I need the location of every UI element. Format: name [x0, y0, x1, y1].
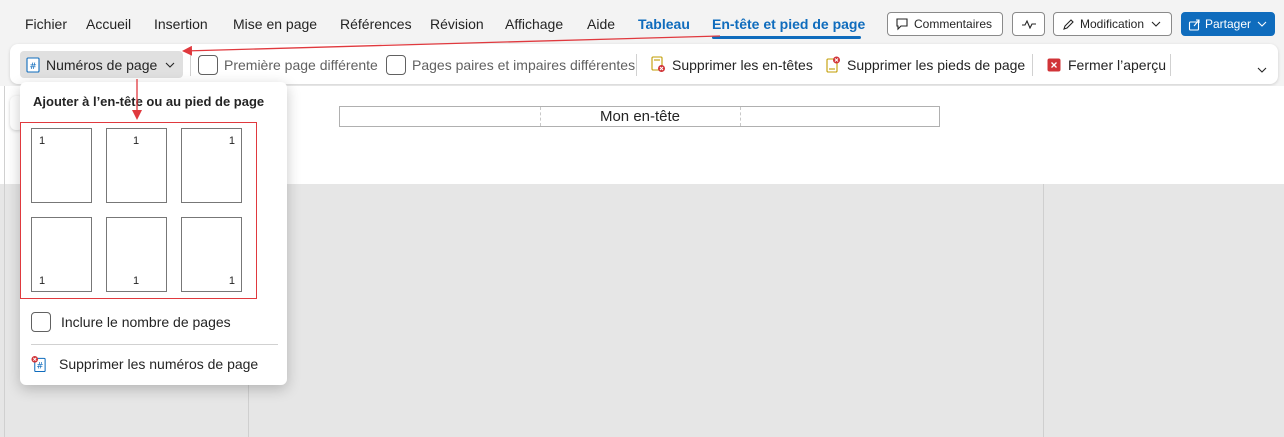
first-page-label: Première page différente [224, 56, 378, 73]
ribbon-separator [1032, 54, 1033, 76]
remove-headers-button[interactable]: Supprimer les en-têtes [650, 51, 813, 78]
close-preview-label: Fermer l’aperçu [1068, 56, 1167, 73]
remove-page-numbers-label: Supprimer les numéros de page [59, 356, 259, 372]
comment-icon [894, 16, 910, 32]
share-label: Partager [1205, 17, 1252, 31]
include-page-count-checkbox[interactable] [31, 312, 51, 332]
tab-fichier[interactable]: Fichier [25, 16, 67, 32]
first-page-checkbox[interactable] [198, 54, 218, 75]
first-page-different-option[interactable]: Première page différente [198, 51, 378, 78]
thumbnail-number: 1 [133, 275, 140, 287]
remove-footer-icon [825, 56, 841, 73]
page-numbers-button[interactable]: # Numéros de page [20, 51, 183, 78]
header-text[interactable]: Mon en-tête [540, 108, 740, 125]
header-cell-divider [740, 107, 741, 126]
position-bottom-left[interactable]: 1 [31, 217, 92, 292]
dropdown-title: Ajouter à l’en-tête ou au pied de page [33, 94, 265, 109]
catch-up-button[interactable] [1012, 12, 1045, 36]
pencil-icon [1060, 16, 1076, 32]
remove-header-icon [650, 56, 666, 73]
pulse-icon [1021, 16, 1037, 32]
include-page-count-label: Inclure le nombre de pages [61, 314, 231, 330]
thumbnail-number: 1 [228, 275, 235, 287]
thumbnail-number: 1 [228, 135, 235, 147]
remove-headers-label: Supprimer les en-têtes [672, 56, 813, 73]
thumbnail-number: 1 [39, 135, 46, 147]
menu-bar: Fichier Accueil Insertion Mise en page R… [0, 0, 1284, 42]
page-numbers-dropdown: Ajouter à l’en-tête ou au pied de page 1… [20, 82, 287, 385]
position-bottom-right[interactable]: 1 [181, 217, 242, 292]
active-tab-indicator [712, 36, 861, 39]
editing-label: Modification [1080, 17, 1145, 31]
chevron-down-icon [1148, 16, 1164, 32]
share-icon [1188, 16, 1201, 32]
tab-references[interactable]: Références [340, 16, 412, 32]
ribbon: # Numéros de page Première page différen… [10, 44, 1278, 84]
share-button[interactable]: Partager [1181, 12, 1275, 36]
comments-label: Commentaires [914, 17, 993, 31]
position-bottom-center[interactable]: 1 [106, 217, 167, 292]
editing-mode-button[interactable]: Modification [1053, 12, 1172, 36]
dropdown-separator [31, 344, 278, 345]
odd-even-different-option[interactable]: Pages paires et impaires différentes [386, 51, 635, 78]
chevron-down-icon [163, 57, 177, 73]
svg-text:#: # [36, 361, 43, 371]
tab-mise-en-page[interactable]: Mise en page [233, 16, 317, 32]
page-number-icon: # [26, 56, 40, 73]
thumbnail-number: 1 [39, 275, 46, 287]
remove-footers-button[interactable]: Supprimer les pieds de page [825, 51, 1025, 78]
thumbnail-number: 1 [133, 135, 140, 147]
include-page-count-option[interactable]: Inclure le nombre de pages [31, 312, 231, 332]
page-numbers-label: Numéros de page [46, 56, 158, 73]
odd-even-label: Pages paires et impaires différentes [412, 56, 636, 73]
tab-tableau[interactable]: Tableau [638, 16, 690, 32]
position-top-center[interactable]: 1 [106, 128, 167, 203]
tab-affichage[interactable]: Affichage [505, 16, 563, 32]
position-top-left[interactable]: 1 [31, 128, 92, 203]
document-border [4, 86, 5, 437]
ribbon-separator [190, 54, 191, 76]
close-preview-button[interactable]: Fermer l’aperçu [1046, 51, 1166, 78]
tab-aide[interactable]: Aide [587, 16, 615, 32]
ribbon-expand-chevron-icon[interactable] [1254, 62, 1270, 78]
ribbon-separator [636, 54, 637, 76]
remove-footers-label: Supprimer les pieds de page [847, 56, 1026, 73]
tab-revision[interactable]: Révision [430, 16, 484, 32]
tab-insertion[interactable]: Insertion [154, 16, 208, 32]
chevron-down-icon [1255, 16, 1268, 32]
tab-accueil[interactable]: Accueil [86, 16, 131, 32]
comments-button[interactable]: Commentaires [887, 12, 1003, 36]
close-icon [1046, 57, 1062, 73]
remove-page-number-icon: # [31, 356, 47, 373]
position-top-right[interactable]: 1 [181, 128, 242, 203]
svg-text:#: # [29, 62, 37, 72]
page-edge [1043, 184, 1044, 437]
page-number-positions-group: 1 1 1 1 1 1 [20, 122, 257, 299]
header-table[interactable]: Mon en-tête [339, 106, 940, 127]
odd-even-checkbox[interactable] [386, 54, 406, 75]
ribbon-separator [1170, 54, 1171, 76]
tab-en-tete-pied-de-page[interactable]: En-tête et pied de page [712, 16, 865, 32]
remove-page-numbers-item[interactable]: # Supprimer les numéros de page [31, 356, 259, 373]
